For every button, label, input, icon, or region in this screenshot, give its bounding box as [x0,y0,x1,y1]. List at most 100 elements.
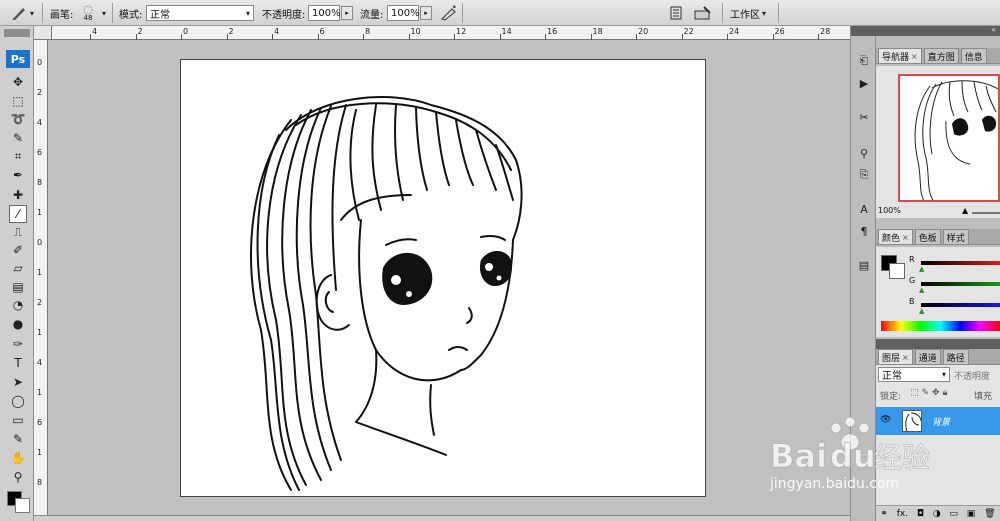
pen-tool-icon[interactable]: ✑ [9,335,27,353]
eyedropper2-tool-icon[interactable]: ✎ [9,430,27,448]
navigator-panel: 100% ▲ [876,66,1000,218]
lock-options-icon[interactable]: ⬚✎✥🔒︎ [910,388,950,398]
airbrush-icon[interactable] [440,0,458,26]
notes-tool-icon[interactable]: ▭ [9,411,27,429]
type-tool-icon[interactable]: T [9,354,27,372]
slider-thumb-icon[interactable]: ▲ [919,265,924,273]
close-tab-icon[interactable]: × [902,233,909,242]
actions-panel-icon[interactable]: ▶ [855,74,873,92]
workspace-menu[interactable]: 工作区 ▾ [730,0,766,26]
tab-color-2[interactable]: 样式 [942,229,969,244]
svg-text:du: du [830,437,876,475]
group-icon[interactable]: ▭ [949,509,958,519]
mode-select[interactable]: 正常 ▾ [146,5,254,21]
toolbar-grip[interactable] [4,29,30,37]
crop-tool-icon[interactable]: ⌗ [9,147,27,165]
history-panel-icon[interactable]: ⎗ [855,52,873,70]
stamp-tool-icon[interactable]: ⎍ [9,223,27,241]
flow-value: 100% [391,7,420,19]
tab-nav-1[interactable]: 直方图 [923,48,959,63]
adjustment-icon[interactable]: ◑ [933,509,941,519]
clone-source-panel-icon[interactable]: ⎘ [855,166,873,184]
color-slider-r[interactable]: R ▲ [909,255,1000,273]
layers-tabs: 图层 × 通道 路径 [876,349,1000,365]
quick-select-tool-icon[interactable]: ✎ [9,129,27,147]
tab-layers-0[interactable]: 图层 × [878,349,913,364]
shape-tool-icon[interactable]: ◯ [9,392,27,410]
tab-layers-1[interactable]: 通道 [914,349,941,364]
healing-tool-icon[interactable]: ✚ [9,186,27,204]
background-color-swatch[interactable] [15,498,30,513]
gradient-tool-icon[interactable]: ▤ [9,278,27,296]
tool-presets-panel-icon[interactable]: ✂ [855,108,873,126]
slider-thumb-icon[interactable]: ▲ [919,286,924,294]
tab-layers-2[interactable]: 路径 [942,349,969,364]
blur-tool-icon[interactable]: ◔ [9,296,27,314]
layers-panel-header[interactable] [876,339,1000,349]
vertical-ruler[interactable]: 024681012141618 [34,40,48,515]
color-slider-b[interactable]: B ▲ [909,297,1000,315]
zoom-out-icon[interactable]: ▲ [962,206,968,215]
eyedropper-tool-icon[interactable]: ✒ [9,166,27,184]
workspace-chevron-icon: ▾ [762,8,767,18]
canvas[interactable] [180,59,706,497]
channel-gradient-bar [921,261,1000,265]
color-slider-g[interactable]: G ▲ [909,276,1000,294]
eraser-tool-icon[interactable]: ▱ [9,259,27,277]
hand-tool-icon[interactable]: ✋ [9,449,27,467]
mask-icon[interactable]: ◘ [917,509,924,519]
marquee-tool-icon[interactable]: ⬚ [9,92,27,110]
opacity-slider-button[interactable]: ▸ [341,6,353,20]
tab-nav-0[interactable]: 导航器 × [878,48,922,63]
close-tab-icon[interactable]: × [902,353,909,362]
navigator-zoom-slider[interactable] [972,212,1000,214]
ruler-tick-label: 4 [37,118,43,127]
blend-mode-value: 正常 [882,371,902,382]
move-tool-icon[interactable]: ✥ [9,73,27,91]
ruler-tick-label: 4 [274,27,280,36]
history-brush-tool-icon[interactable]: ✐ [9,241,27,259]
palette-well-icon[interactable] [668,0,684,26]
close-tab-icon[interactable]: × [911,52,918,61]
horizontal-ruler[interactable]: 4 2 0 2 4 6 8 10 12 14 16 18 20 22 24 26 28 [52,26,850,40]
opacity-input[interactable]: 100% [308,5,341,21]
flow-slider-button[interactable]: ▸ [420,6,432,20]
ruler-tick-label: 8 [37,478,43,487]
paragraph-panel-icon[interactable]: ¶ [855,222,873,240]
ruler-origin[interactable] [34,26,52,40]
zoom-tool-icon[interactable]: ⚲ [9,468,27,486]
brush-tool-icon[interactable]: ⁄ [9,205,27,223]
color-background-swatch[interactable] [889,263,905,279]
path-select-tool-icon[interactable]: ➤ [9,373,27,391]
slider-thumb-icon[interactable]: ▲ [919,307,924,315]
tab-label: 图层 [882,353,901,364]
tab-nav-2[interactable]: 信息 [960,48,987,63]
blend-mode-select[interactable]: 正常 ▾ [878,367,950,382]
navigator-zoom-value[interactable]: 100% [878,206,901,215]
fx-icon[interactable]: fx. [897,509,908,519]
new-layer-icon[interactable]: ▣ [967,509,976,519]
link-layers-icon[interactable]: ⚭ [880,509,888,519]
tablet-pressure-icon[interactable] [694,0,714,26]
mode-value: 正常 [150,9,170,21]
brush-tool-preset-icon[interactable]: ▾ [10,0,34,26]
mode-label: 模式: [119,9,143,21]
tab-color-0[interactable]: 颜色 × [878,229,913,244]
dodge-tool-icon[interactable]: ● [9,315,27,333]
dock-header[interactable] [851,26,877,36]
brush-size-chevron-icon[interactable]: ▾ [102,0,106,26]
navigator-panel-header[interactable]: « [876,25,1000,36]
ruler-tick-label: 1 [37,388,43,397]
tab-color-1[interactable]: 色板 [914,229,941,244]
character-panel-icon[interactable]: A [855,200,873,218]
girl-drawing [250,96,523,491]
color-spectrum-bar[interactable] [881,321,1000,331]
collapse-icon[interactable]: « [991,25,996,34]
flow-input[interactable]: 100% [387,5,420,21]
layer-comps-panel-icon[interactable]: ▤ [855,256,873,274]
delete-layer-icon[interactable]: 🗑︎ [984,509,995,519]
brushes-panel-icon[interactable]: ⚲ [855,144,873,162]
navigator-thumbnail[interactable] [898,74,1000,202]
brush-size-picker[interactable]: 48 [80,0,96,26]
lasso-tool-icon[interactable]: ➰ [9,110,27,128]
